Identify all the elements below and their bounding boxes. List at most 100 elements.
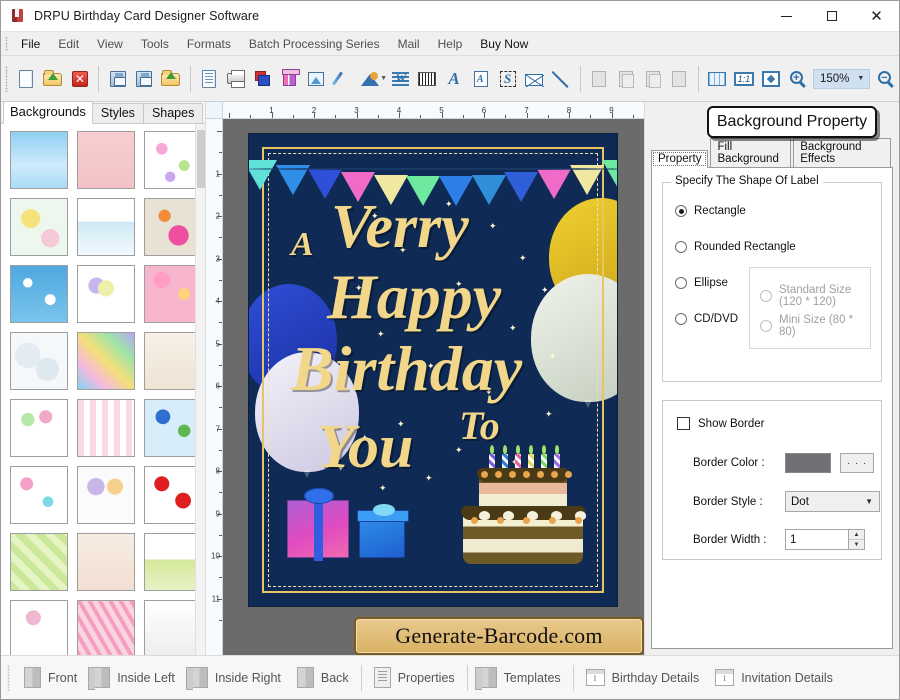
- birthday-card-preview[interactable]: ✦✦✦✦✦✦✦✦✦✦✦✦✦✦✦✦✦✦✦✦✦✦✦ AVerryHappyBirth…: [248, 133, 618, 607]
- barcode-icon[interactable]: [414, 64, 441, 94]
- background-thumbnail-daisy-flowers[interactable]: [10, 198, 68, 256]
- chevron-down-icon[interactable]: ▼: [852, 75, 866, 82]
- spinner-up-icon[interactable]: ▲: [849, 530, 864, 540]
- radio-ellipse[interactable]: Ellipse: [675, 277, 728, 289]
- import-folder-icon[interactable]: [158, 64, 185, 94]
- radio-mini-size[interactable]: Mini Size (80 * 80): [760, 314, 870, 338]
- left-panel-scrollbar[interactable]: [195, 124, 205, 655]
- border-color-browse-button[interactable]: · · ·: [840, 453, 874, 473]
- menu-item-help[interactable]: Help: [429, 34, 472, 54]
- radio-cd-dvd[interactable]: CD/DVD: [675, 313, 738, 325]
- background-thumbnail-pink-swirls[interactable]: [77, 600, 135, 655]
- card-text-line[interactable]: A: [291, 226, 314, 264]
- minimize-button[interactable]: [764, 1, 809, 32]
- background-thumbnail-hearts-pastel[interactable]: [10, 466, 68, 524]
- delete-icon[interactable]: [666, 64, 693, 94]
- radio-rectangle[interactable]: Rectangle: [675, 205, 746, 217]
- card-text-line[interactable]: You: [317, 412, 413, 483]
- radio-indicator[interactable]: [675, 277, 687, 289]
- cut-icon[interactable]: [586, 64, 613, 94]
- new-document-icon[interactable]: [13, 64, 40, 94]
- card-layers-icon[interactable]: [249, 64, 276, 94]
- background-thumbnail-pink-petals[interactable]: [10, 600, 68, 655]
- background-thumbnail-happy-birthday-balloons[interactable]: [10, 399, 68, 457]
- status-item-inside-right[interactable]: Inside Right: [183, 661, 289, 695]
- insert-image-icon[interactable]: [303, 64, 330, 94]
- radio-indicator[interactable]: [675, 241, 687, 253]
- tab-backgrounds[interactable]: Backgrounds: [3, 101, 93, 124]
- background-thumbnail-white-balloons[interactable]: [77, 265, 135, 323]
- card-text-line[interactable]: Verry: [331, 192, 469, 263]
- picture-shape-icon[interactable]: [356, 64, 383, 94]
- background-thumbnail-sky-clouds[interactable]: [10, 131, 68, 189]
- watermark-icon[interactable]: [387, 64, 414, 94]
- actual-size-icon[interactable]: 1:1: [731, 64, 758, 94]
- line-tool-icon[interactable]: [548, 64, 575, 94]
- radio-indicator[interactable]: [760, 290, 772, 302]
- tab-background-effects[interactable]: Background Effects: [793, 138, 891, 167]
- vertical-ruler[interactable]: 1 2 3 4 5 6 7 8 9 10 11: [206, 119, 223, 655]
- tab-styles[interactable]: Styles: [91, 103, 144, 123]
- menu-item-view[interactable]: View: [88, 34, 132, 54]
- card-text-line[interactable]: Birthday: [291, 332, 522, 406]
- menu-item-file[interactable]: File: [12, 34, 49, 54]
- spinner-down-icon[interactable]: ▼: [849, 540, 864, 549]
- show-border-checkbox[interactable]: Show Border: [677, 417, 764, 430]
- status-item-templates[interactable]: Templates: [472, 661, 569, 695]
- background-thumbnail-balloon-bouquets[interactable]: [77, 466, 135, 524]
- paste-icon[interactable]: [639, 64, 666, 94]
- border-style-combobox[interactable]: Dot ▼: [785, 491, 880, 512]
- pen-tool-icon[interactable]: [330, 64, 357, 94]
- radio-indicator[interactable]: [675, 313, 687, 325]
- background-thumbnail-red-hearts[interactable]: [144, 466, 195, 524]
- menu-item-formats[interactable]: Formats: [178, 34, 240, 54]
- background-thumbnail-grid[interactable]: [1, 124, 195, 655]
- close-button[interactable]: ✕: [854, 1, 899, 32]
- radio-indicator[interactable]: [675, 205, 687, 217]
- background-thumbnail-green-meadow-confetti[interactable]: [144, 533, 195, 591]
- text-icon[interactable]: A: [441, 64, 468, 94]
- chevron-down-icon[interactable]: ▼: [865, 497, 873, 506]
- background-thumbnail-rainbow-gradient[interactable]: [77, 332, 135, 390]
- grid-icon[interactable]: [704, 64, 731, 94]
- design-canvas[interactable]: ✦✦✦✦✦✦✦✦✦✦✦✦✦✦✦✦✦✦✦✦✦✦✦ AVerryHappyBirth…: [223, 119, 644, 655]
- print-icon[interactable]: [222, 64, 249, 94]
- status-item-back[interactable]: Back: [289, 661, 357, 695]
- card-text-line[interactable]: Happy: [327, 260, 501, 334]
- background-thumbnail-balloon-bird[interactable]: [144, 198, 195, 256]
- zoom-out-icon[interactable]: −: [872, 64, 899, 94]
- close-document-icon[interactable]: ✕: [66, 64, 93, 94]
- menu-item-batch-processing-series[interactable]: Batch Processing Series: [240, 34, 389, 54]
- status-item-properties[interactable]: Properties: [366, 661, 463, 695]
- menu-item-tools[interactable]: Tools: [132, 34, 178, 54]
- status-item-inside-left[interactable]: Inside Left: [85, 661, 183, 695]
- background-thumbnail-blue-sky-balloons[interactable]: [144, 399, 195, 457]
- menu-item-buy-now[interactable]: Buy Now: [471, 34, 537, 54]
- spinner-buttons[interactable]: ▲ ▼: [848, 530, 864, 549]
- background-thumbnail-pink-party[interactable]: [144, 265, 195, 323]
- save-as-icon[interactable]: [131, 64, 158, 94]
- background-thumbnail-bubbles-grey[interactable]: [10, 332, 68, 390]
- background-thumbnail-pink-texture[interactable]: [77, 131, 135, 189]
- card-text-line[interactable]: To: [459, 402, 500, 449]
- envelope-icon[interactable]: [521, 64, 548, 94]
- background-thumbnail-green-diagonal-stripes[interactable]: [10, 533, 68, 591]
- save-icon[interactable]: [104, 64, 131, 94]
- background-thumbnail-cream-bears[interactable]: [144, 332, 195, 390]
- copy-icon[interactable]: [612, 64, 639, 94]
- horizontal-ruler[interactable]: 1 2 3 4 5 6 7 8 9: [223, 102, 644, 119]
- status-item-front[interactable]: Front: [16, 661, 85, 695]
- menu-item-edit[interactable]: Edit: [49, 34, 88, 54]
- background-thumbnail-white-floral-confetti[interactable]: [144, 131, 195, 189]
- status-item-birthday-details[interactable]: Birthday Details: [578, 661, 708, 695]
- scrollbar-thumb[interactable]: [197, 130, 205, 188]
- radio-indicator[interactable]: [760, 320, 772, 332]
- background-thumbnail-white-hands[interactable]: [144, 600, 195, 655]
- tab-property[interactable]: Property: [651, 150, 709, 168]
- border-color-swatch[interactable]: [785, 453, 831, 473]
- radio-rounded-rectangle[interactable]: Rounded Rectangle: [675, 241, 796, 253]
- gift-icon[interactable]: [276, 64, 303, 94]
- open-folder-icon[interactable]: [40, 64, 67, 94]
- fit-to-window-icon[interactable]: [757, 64, 784, 94]
- background-thumbnail-cream-cakes[interactable]: [77, 533, 135, 591]
